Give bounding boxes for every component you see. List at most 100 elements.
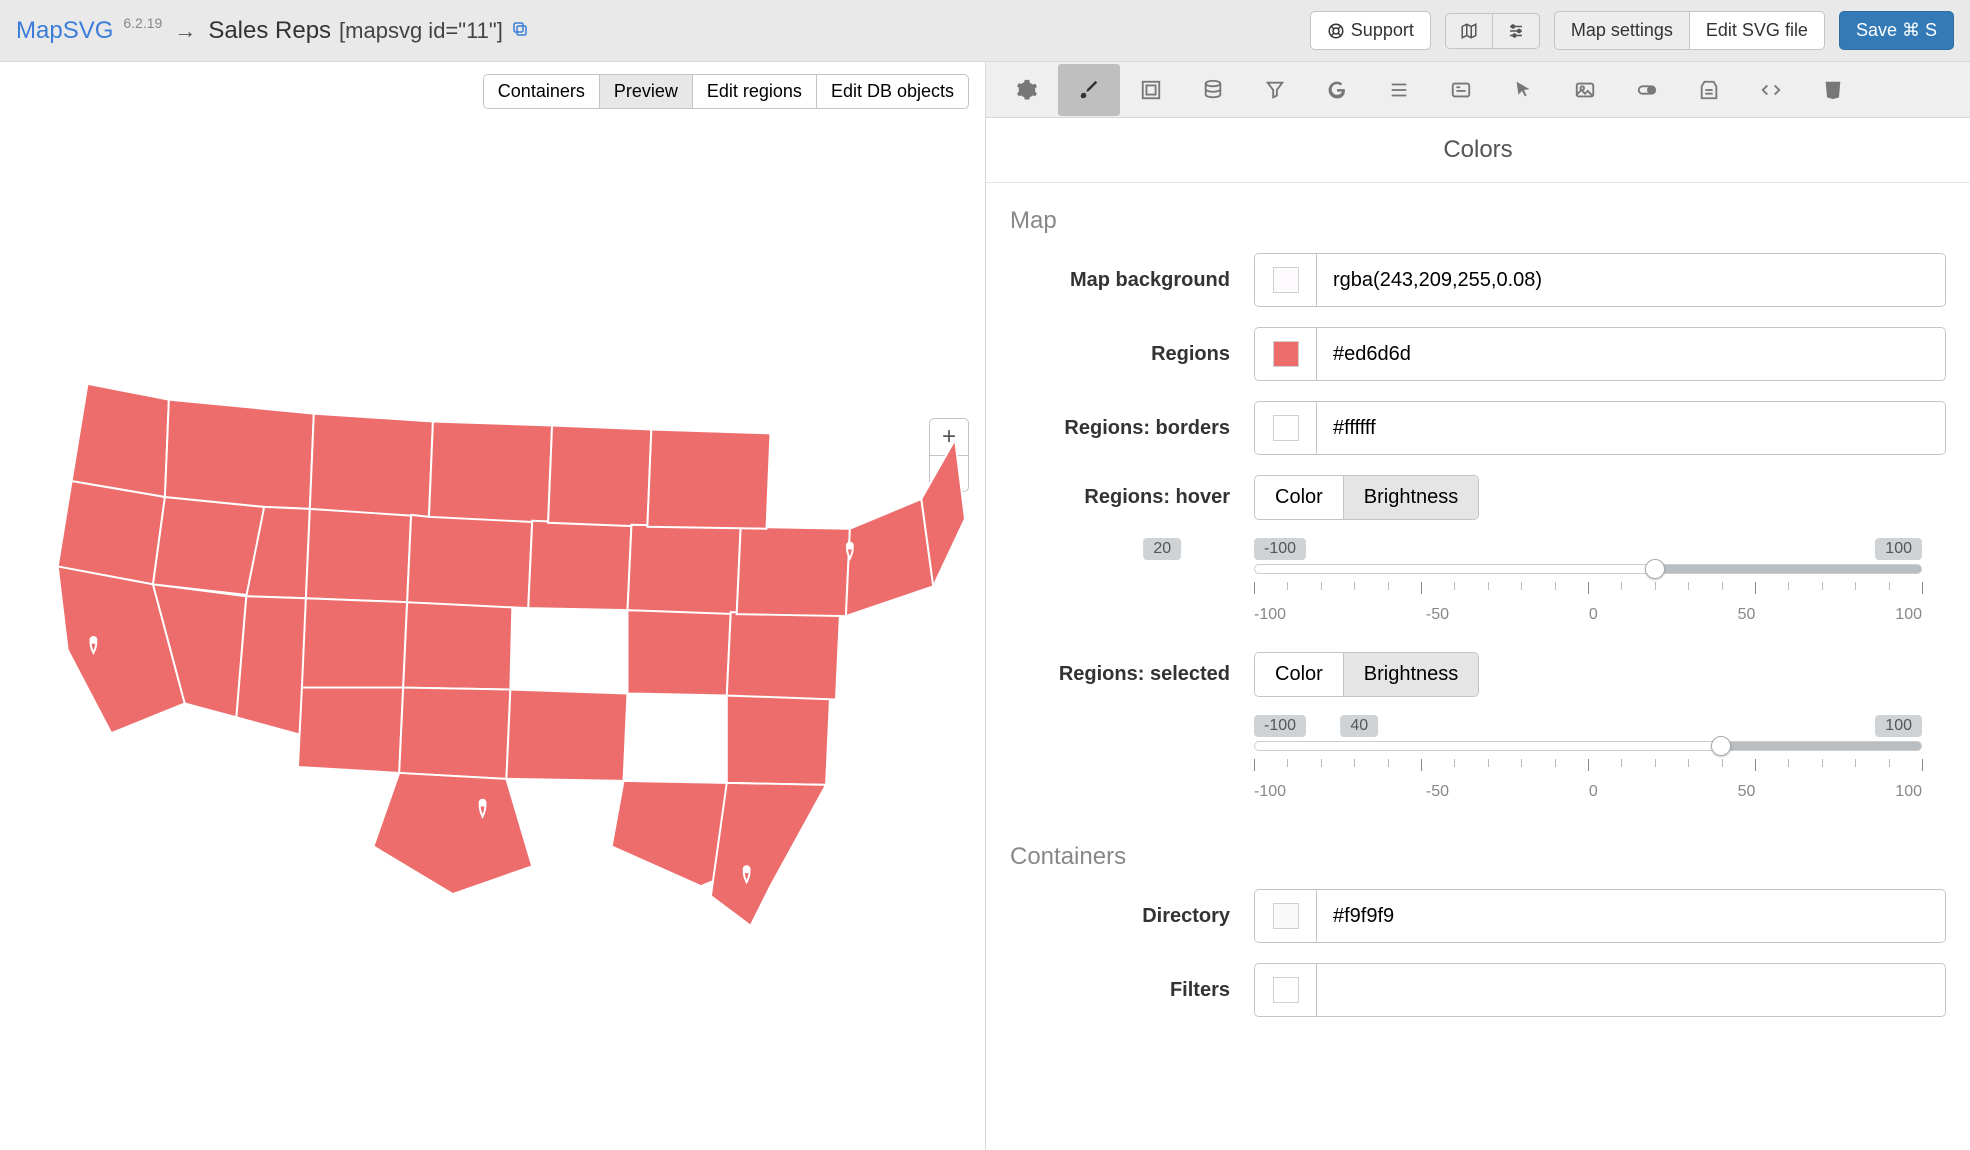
region-ne[interactable] xyxy=(407,515,532,608)
tool-image-icon[interactable] xyxy=(1554,64,1616,116)
slider-selected-thumb[interactable] xyxy=(1711,736,1731,756)
view-mode-group xyxy=(1445,13,1540,49)
region-in-oh[interactable] xyxy=(628,525,741,614)
toggle-hover-color[interactable]: Color xyxy=(1255,476,1343,519)
toggle-hover-brightness[interactable]: Brightness xyxy=(1343,476,1479,519)
slider-selected-ticks xyxy=(1254,759,1922,771)
region-ky-tn[interactable] xyxy=(628,610,731,695)
region-az[interactable] xyxy=(236,596,305,735)
row-filters: Filters xyxy=(986,953,1970,1027)
us-map-svg[interactable] xyxy=(16,122,969,1134)
lifebuoy-icon xyxy=(1327,22,1345,40)
field-filters[interactable] xyxy=(1317,964,1945,1016)
settings-pane: Colors Map Map background Regions xyxy=(986,62,1970,1150)
region-ks[interactable] xyxy=(403,602,512,689)
tool-filter-icon[interactable] xyxy=(1244,64,1306,116)
breadcrumb-arrow-icon: → xyxy=(174,18,196,44)
tab-preview[interactable]: Preview xyxy=(600,74,693,109)
region-va-nc[interactable] xyxy=(727,612,840,699)
label-regions: Regions xyxy=(1010,343,1230,366)
panel-title: Colors xyxy=(986,118,1970,183)
support-button[interactable]: Support xyxy=(1310,11,1431,50)
row-regions-hover: Regions: hover Color Brightness xyxy=(986,465,1970,530)
toggle-selected-brightness[interactable]: Brightness xyxy=(1343,653,1479,696)
tab-containers[interactable]: Containers xyxy=(483,74,600,109)
region-ny-nj[interactable] xyxy=(846,499,933,616)
row-regions-selected: Regions: selected Color Brightness xyxy=(986,642,1970,707)
tool-database-icon[interactable] xyxy=(1182,64,1244,116)
swatch-directory[interactable] xyxy=(1255,890,1317,942)
region-wi-mi[interactable] xyxy=(548,425,651,526)
swatch-filters[interactable] xyxy=(1255,964,1317,1016)
tool-cursor-icon[interactable] xyxy=(1492,64,1554,116)
input-regions-borders xyxy=(1254,401,1946,455)
region-wy[interactable] xyxy=(306,509,411,602)
input-filters xyxy=(1254,963,1946,1017)
region-mt[interactable] xyxy=(165,400,314,509)
region-pa-wv[interactable] xyxy=(737,527,850,616)
toggle-selected: Color Brightness xyxy=(1254,652,1479,697)
region-ga-sc[interactable] xyxy=(727,696,830,785)
tool-google-icon[interactable] xyxy=(1306,64,1368,116)
map-view-button[interactable] xyxy=(1445,13,1493,49)
tool-gear-icon[interactable] xyxy=(996,64,1058,116)
tool-code-icon[interactable] xyxy=(1740,64,1802,116)
slider-selected-min-badge: -100 xyxy=(1254,715,1306,737)
breadcrumb: MapSVG 6.2.19 → Sales Reps [mapsvg id="1… xyxy=(16,17,529,45)
region-mi[interactable] xyxy=(647,429,770,528)
field-regions[interactable] xyxy=(1317,328,1945,380)
tool-template-icon[interactable] xyxy=(1678,64,1740,116)
region-ar-la[interactable] xyxy=(506,690,627,781)
region-mn-ia[interactable] xyxy=(429,422,552,523)
region-id[interactable] xyxy=(153,497,264,596)
tool-css-icon[interactable] xyxy=(1802,64,1864,116)
tool-regions-icon[interactable] xyxy=(1120,64,1182,116)
swatch-regions[interactable] xyxy=(1255,328,1317,380)
map-canvas[interactable] xyxy=(16,122,969,1134)
field-regions-borders[interactable] xyxy=(1317,402,1945,454)
toggle-hover: Color Brightness xyxy=(1254,475,1479,520)
left-tabs: Containers Preview Edit regions Edit DB … xyxy=(483,74,969,109)
tab-edit-db[interactable]: Edit DB objects xyxy=(817,74,969,109)
save-button[interactable]: Save ⌘ S xyxy=(1839,11,1954,50)
region-wa[interactable] xyxy=(72,384,169,497)
swatch-map-background[interactable] xyxy=(1255,254,1317,306)
tool-toggle-icon[interactable] xyxy=(1616,64,1678,116)
input-map-background xyxy=(1254,253,1946,307)
slider-selected-track[interactable] xyxy=(1254,741,1922,751)
swatch-regions-borders[interactable] xyxy=(1255,402,1317,454)
region-nd-sd[interactable] xyxy=(310,414,433,517)
slider-hover-ticks xyxy=(1254,582,1922,594)
sliders-view-button[interactable] xyxy=(1493,13,1540,49)
row-map-background: Map background xyxy=(986,243,1970,317)
tool-details-icon[interactable] xyxy=(1430,64,1492,116)
label-map-background: Map background xyxy=(1010,269,1230,292)
brand-name[interactable]: MapSVG xyxy=(16,17,113,45)
top-right-actions: Support Map settings Edit SVG file Save … xyxy=(1310,11,1954,50)
edit-svg-button[interactable]: Edit SVG file xyxy=(1690,11,1825,50)
region-fl[interactable] xyxy=(711,783,826,926)
label-regions-hover: Regions: hover xyxy=(1010,486,1230,509)
region-il-mo[interactable] xyxy=(528,521,631,610)
slider-hover-max-badge: 100 xyxy=(1875,538,1922,560)
tool-brush-icon[interactable] xyxy=(1058,64,1120,116)
region-ok[interactable] xyxy=(399,688,510,779)
tool-list-icon[interactable] xyxy=(1368,64,1430,116)
region-nm[interactable] xyxy=(298,688,403,773)
field-map-background[interactable] xyxy=(1317,254,1945,306)
field-directory[interactable] xyxy=(1317,890,1945,942)
region-tx[interactable] xyxy=(373,773,532,894)
toggle-selected-color[interactable]: Color xyxy=(1255,653,1343,696)
tab-edit-regions[interactable]: Edit regions xyxy=(693,74,817,109)
region-co[interactable] xyxy=(302,598,407,687)
map-pane: Containers Preview Edit regions Edit DB … xyxy=(0,62,986,1150)
section-map-title: Map xyxy=(986,183,1970,243)
slider-hover-scale: -100 -50 0 50 100 xyxy=(1254,606,1922,624)
tool-strip xyxy=(986,62,1970,118)
slider-hover-value-badge: 20 xyxy=(1143,538,1181,560)
slider-hover-track[interactable] xyxy=(1254,564,1922,574)
slider-hover-thumb[interactable] xyxy=(1645,559,1665,579)
input-directory xyxy=(1254,889,1946,943)
copy-icon[interactable] xyxy=(511,17,529,45)
map-settings-button[interactable]: Map settings xyxy=(1554,11,1690,50)
